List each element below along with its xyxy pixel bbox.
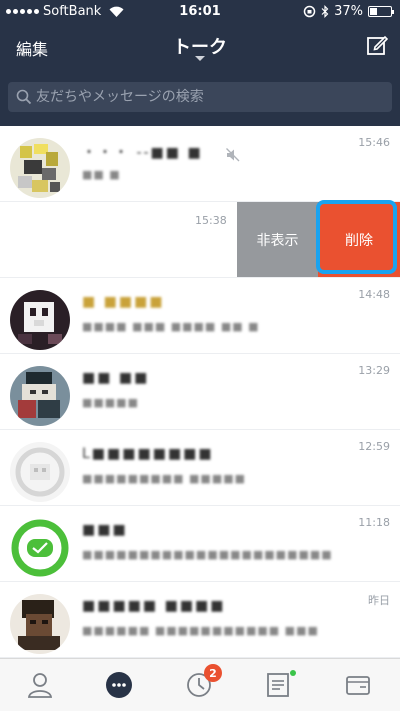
chat-row[interactable]: L■■■■■■■■ ■■■■■■■■■ ■■■■■ 12:59 [0, 430, 400, 506]
chat-time: 15:38 [195, 214, 227, 227]
rotation-lock-icon [303, 5, 316, 18]
chat-row[interactable]: ■■ ■■ ■■■■■ 13:29 [0, 354, 400, 430]
chat-row[interactable]: ■ ■■■■ ■■■■ ■■■ ■■■■ ■■ ■ 14:48 [0, 278, 400, 354]
header: SoftBank 16:01 37% 編集 トーク [0, 0, 400, 126]
chat-time: 13:29 [358, 364, 390, 377]
chat-preview: ■■■■■■■■■■■■■■■■■■■■■■ [82, 548, 333, 561]
avatar [10, 366, 70, 426]
chat-name: ■ ■■■■ [82, 294, 165, 310]
chat-row[interactable]: ・・・ ‐‐■■ ■ ■■ ■ 15:46 [0, 126, 400, 202]
delete-button[interactable]: 削除 [318, 202, 400, 277]
chat-row-swiped[interactable]: 15:38 非表示 削除 [0, 202, 400, 278]
tab-friends[interactable] [24, 669, 56, 701]
person-icon [27, 673, 53, 698]
status-right: 37% [303, 4, 394, 19]
avatar [10, 138, 70, 198]
chat-time: 昨日 [368, 594, 390, 607]
chat-name: L■■■■■■■■ [82, 446, 214, 462]
new-dot [290, 670, 296, 676]
bluetooth-icon [321, 5, 329, 18]
tab-wallet[interactable] [342, 669, 374, 701]
chat-time: 12:59 [358, 440, 390, 453]
avatar [10, 442, 70, 502]
chevron-down-icon[interactable] [195, 56, 205, 61]
chat-row[interactable]: ■■■■■ ■■■■ ■■■■■■ ■■■■■■■■■■■ ■■■ 昨日 [0, 582, 400, 658]
chat-preview: ■■■■■ [82, 396, 139, 409]
battery-icon [368, 6, 394, 17]
compose-icon[interactable] [366, 34, 388, 56]
news-icon [267, 673, 289, 697]
search-icon [16, 89, 32, 105]
hide-button[interactable]: 非表示 [237, 202, 318, 277]
chat-time: 15:46 [358, 136, 390, 149]
chat-bubble-icon [106, 672, 132, 698]
notification-badge: 2 [204, 664, 222, 682]
battery-percent: 37% [334, 4, 363, 19]
tab-bar [0, 658, 400, 711]
nav-bar: 編集 トーク [0, 24, 400, 70]
avatar [10, 594, 70, 654]
chat-name: ■■ ■■ [82, 370, 150, 386]
battery-fill [370, 8, 378, 15]
chat-list: ・・・ ‐‐■■ ■ ■■ ■ 15:46 15:38 非表示 削除 ■ ■■■… [0, 126, 400, 658]
search-bar[interactable] [8, 82, 392, 112]
tab-chats[interactable] [103, 669, 135, 701]
chat-preview: ■■■■■■ ■■■■■■■■■■■ ■■■ [82, 624, 319, 637]
chat-row[interactable]: ■■■ ■■■■■■■■■■■■■■■■■■■■■■ 11:18 [0, 506, 400, 582]
avatar [10, 518, 70, 578]
avatar [10, 290, 70, 350]
chat-preview: ■■ ■ [82, 168, 121, 181]
status-bar: SoftBank 16:01 37% [0, 0, 400, 24]
chat-name: ■■■ [82, 522, 128, 538]
wallet-icon [346, 676, 370, 695]
chat-time: 14:48 [358, 288, 390, 301]
chat-name: ■■■■■ ■■■■ [82, 598, 226, 614]
chat-name: ・・・ ‐‐■■ ■ [82, 145, 203, 161]
chat-preview: ■■■■■■■■■ ■■■■■ [82, 472, 246, 485]
chat-time: 11:18 [358, 516, 390, 529]
search-input[interactable] [36, 82, 376, 112]
chat-preview: ■■■■ ■■■ ■■■■ ■■ ■ [82, 320, 260, 333]
mute-icon [226, 148, 240, 162]
